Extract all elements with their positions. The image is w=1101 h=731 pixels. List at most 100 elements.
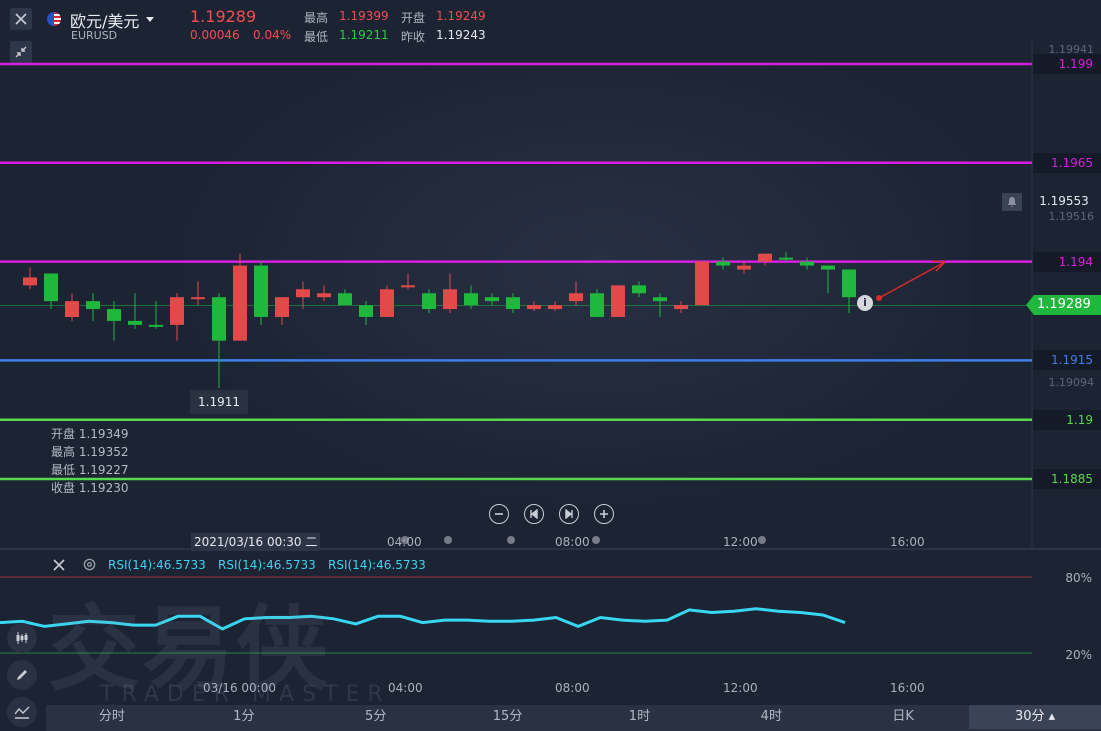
- candle-body-14: [317, 293, 331, 298]
- close-indicator-button[interactable]: [52, 557, 66, 576]
- time-tick-0800: 08:00: [555, 535, 590, 549]
- time-tick-1200: 12:00: [723, 535, 758, 549]
- level-label-2: 1.194: [1033, 251, 1101, 272]
- timeframe-0[interactable]: 分时: [46, 705, 178, 729]
- cursor-time-label: 2021/03/16 00:30 二: [191, 533, 321, 551]
- candle-body-36: [779, 257, 793, 260]
- candle-body-33: [716, 261, 730, 266]
- timeframe-3[interactable]: 15分: [442, 705, 574, 729]
- ohlc-open: 开盘 1.19349: [51, 427, 129, 441]
- candle-body-39: [842, 269, 856, 298]
- timeframe-6[interactable]: 日K: [837, 705, 969, 729]
- timeframe-1[interactable]: 1分: [178, 705, 310, 729]
- time-axis-dot-3: [592, 536, 600, 544]
- candle-body-20: [443, 289, 457, 310]
- ohlc-high: 最高 1.19352: [51, 445, 129, 459]
- scroll-end-button[interactable]: [559, 504, 579, 524]
- low-marker-label: 1.1911: [190, 390, 248, 414]
- rsi-label-1: RSI(14):46.5733: [108, 558, 206, 572]
- draw-tool-button[interactable]: [7, 660, 37, 690]
- candle-body-25: [548, 305, 562, 310]
- rsi-tick-4: 16:00: [890, 681, 925, 695]
- candle-body-11: [254, 265, 268, 317]
- timeframe-2[interactable]: 5分: [310, 705, 442, 729]
- candle-body-28: [611, 285, 625, 317]
- minus-icon: [495, 513, 503, 515]
- candle-body-3: [86, 301, 100, 310]
- candle-body-22: [485, 297, 499, 302]
- level-label-5: 1.1885: [1033, 469, 1101, 489]
- candle-type-button[interactable]: [7, 623, 37, 653]
- rsi-tick-1: 04:00: [388, 681, 423, 695]
- skip-back-icon: [530, 509, 538, 519]
- candle-body-18: [401, 285, 415, 288]
- line-chart-icon: [14, 706, 30, 719]
- skip-forward-icon: [565, 509, 573, 519]
- timeframe-7[interactable]: 30分 ▴: [969, 705, 1101, 729]
- candle-body-35: [758, 253, 772, 262]
- candle-body-15: [338, 293, 352, 306]
- candle-body-31: [674, 305, 688, 310]
- level-label-4: 1.19: [1033, 409, 1101, 430]
- candle-body-37: [800, 261, 814, 266]
- candle-body-1: [44, 273, 58, 302]
- candle-body-26: [569, 293, 583, 302]
- candle-body-32: [695, 261, 709, 306]
- info-icon[interactable]: i: [857, 295, 873, 311]
- candle-body-13: [296, 289, 310, 298]
- rsi-label-2: RSI(14):46.5733: [218, 558, 316, 572]
- candle-body-30: [653, 297, 667, 302]
- candle-body-29: [632, 285, 646, 294]
- candle-body-23: [506, 297, 520, 310]
- level-label-3: 1.1915: [1033, 350, 1101, 371]
- indicator-button[interactable]: [7, 697, 37, 727]
- time-axis-dot-4: [758, 536, 766, 544]
- zoom-in-button[interactable]: [594, 504, 614, 524]
- indicator-settings-button[interactable]: [82, 557, 97, 576]
- rsi-tick-3: 12:00: [723, 681, 758, 695]
- trend-arrow-anchor: [876, 295, 882, 301]
- level-label-0: 1.199: [1033, 54, 1101, 74]
- trend-arrow-line: [878, 261, 946, 299]
- plus-icon: [600, 510, 608, 518]
- candle-body-17: [380, 289, 394, 317]
- current-price-value: 1.19289: [1037, 297, 1091, 312]
- candle-body-4: [107, 309, 121, 321]
- candle-body-7: [170, 297, 184, 325]
- candle-body-27: [590, 293, 604, 317]
- candle-body-5: [128, 320, 142, 325]
- time-tick-0400: 04:00: [387, 535, 422, 549]
- candle-body-24: [527, 305, 541, 310]
- candle-body-12: [275, 297, 289, 317]
- scroll-start-button[interactable]: [524, 504, 544, 524]
- ohlc-low: 最低 1.19227: [51, 463, 129, 477]
- time-axis-dot-1: [444, 536, 452, 544]
- current-price-tag: 1.19289: [1026, 295, 1101, 315]
- pencil-icon: [17, 670, 27, 680]
- candlestick-icon: [16, 632, 28, 644]
- candle-body-19: [422, 293, 436, 310]
- candle-body-9: [212, 297, 226, 341]
- rsi-tick-2: 08:00: [555, 681, 590, 695]
- candle-body-8: [191, 297, 205, 300]
- timeframe-5[interactable]: 4时: [705, 705, 837, 729]
- zoom-out-button[interactable]: [489, 504, 509, 524]
- rsi-label-3: RSI(14):46.5733: [328, 558, 426, 572]
- candle-body-6: [149, 324, 163, 327]
- ohlc-close: 收盘 1.19230: [51, 481, 129, 495]
- time-tick-1600: 16:00: [890, 535, 925, 549]
- candle-body-16: [359, 305, 373, 317]
- rsi-lower-label: 20%: [1065, 648, 1092, 662]
- rsi-tick-0: 03/16 00:00: [203, 681, 276, 695]
- candle-body-2: [65, 301, 79, 317]
- gear-icon: [83, 558, 96, 571]
- candle-body-10: [233, 265, 247, 341]
- close-icon: [53, 559, 65, 571]
- timeframe-4[interactable]: 1时: [574, 705, 706, 729]
- rsi-upper-label: 80%: [1065, 571, 1092, 585]
- time-axis-dot-2: [507, 536, 515, 544]
- level-label-1: 1.1965: [1033, 152, 1101, 173]
- candle-body-0: [23, 277, 37, 286]
- trading-chart-app: 欧元/美元 EURUSD 1.19289 0.00046 0.04% 最高 1.…: [0, 0, 1101, 731]
- candle-body-38: [821, 265, 835, 270]
